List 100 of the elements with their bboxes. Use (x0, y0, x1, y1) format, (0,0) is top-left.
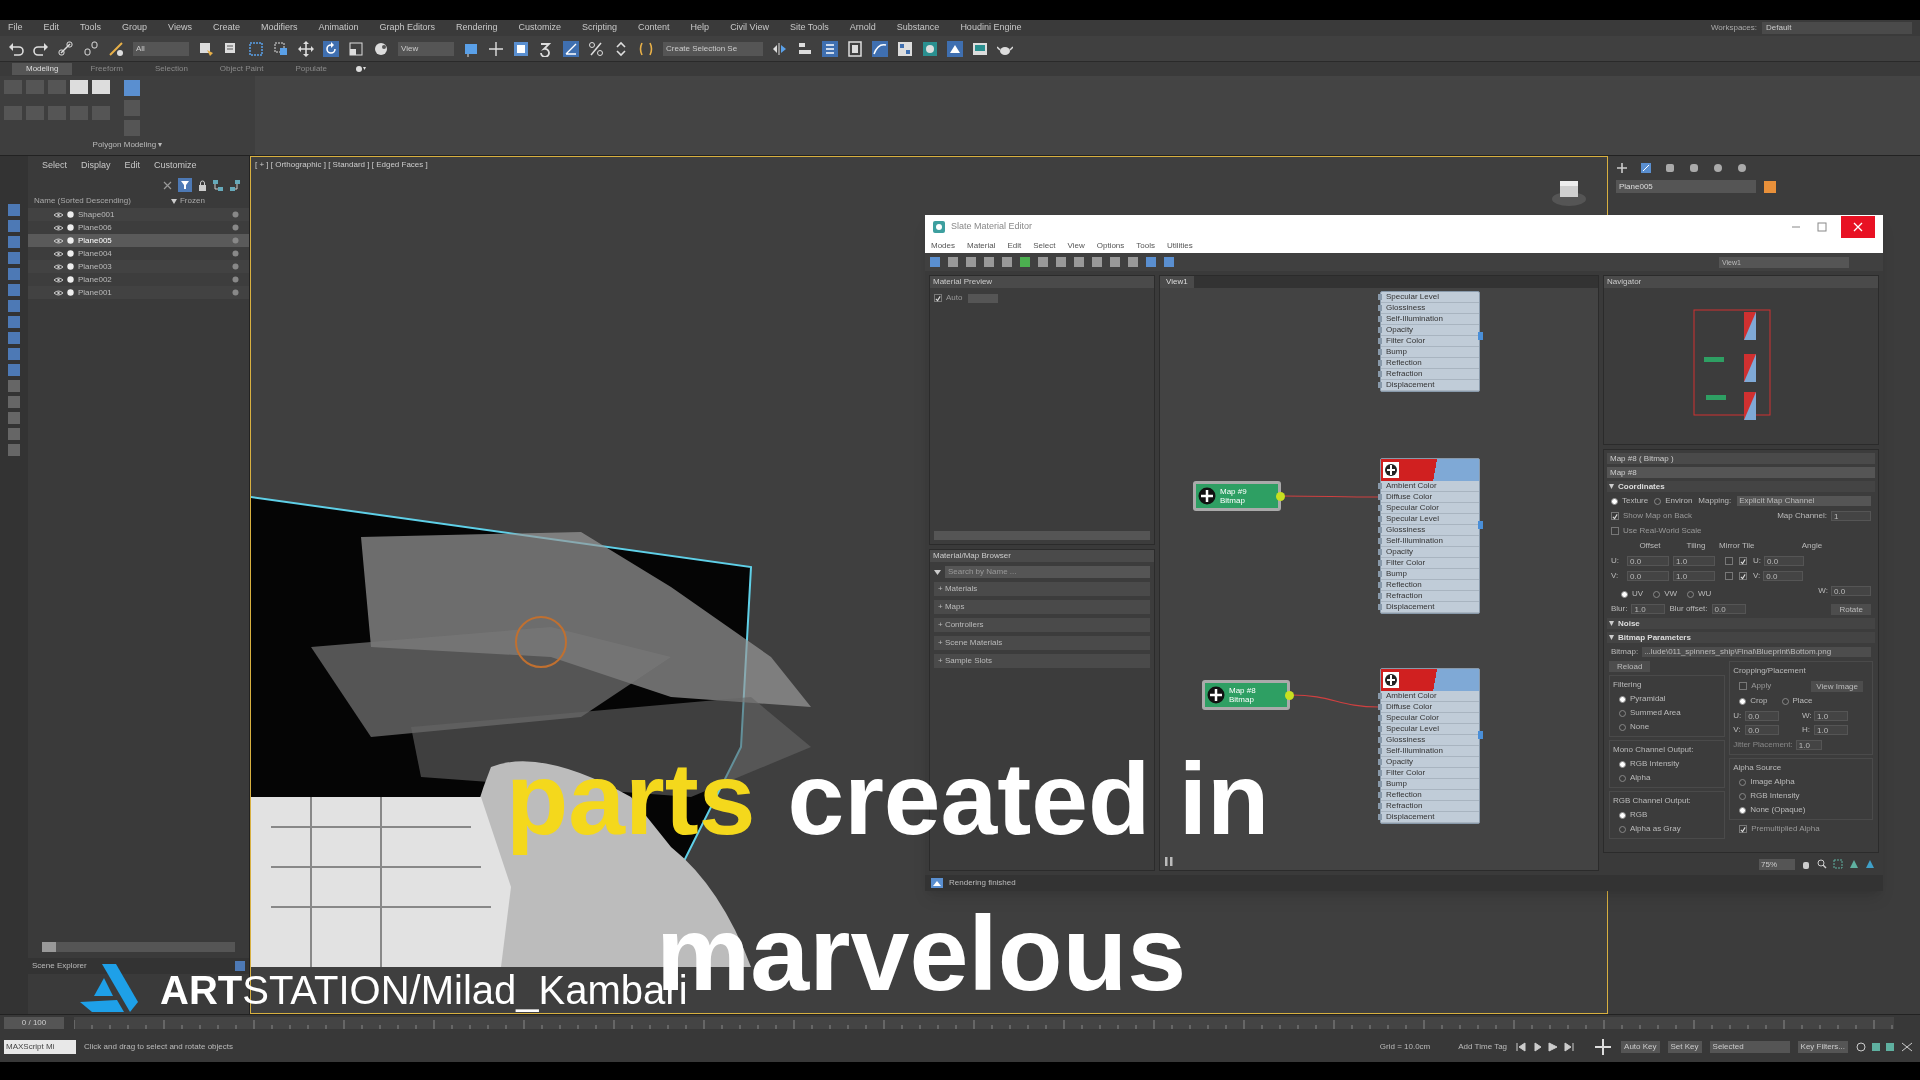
layer-explorer-icon[interactable] (822, 40, 838, 57)
modify-icon[interactable] (1640, 162, 1652, 174)
column-header[interactable]: Name (Sorted Descending) (34, 195, 131, 207)
rendered-frame-icon[interactable] (972, 40, 988, 57)
unlink-icon[interactable] (83, 40, 99, 57)
zoom-icon[interactable] (1817, 859, 1827, 869)
bind-icon[interactable] (108, 40, 124, 57)
menu-item[interactable]: Site Tools (789, 21, 829, 35)
menu-item[interactable]: Customize (518, 21, 562, 35)
checkbox[interactable] (1725, 557, 1733, 565)
menu-item[interactable]: Create (212, 21, 240, 35)
key-filter-dropdown[interactable]: Selected (1709, 1040, 1790, 1053)
menu-item[interactable]: Edit (1007, 240, 1022, 252)
timeline-ruler[interactable] (74, 1017, 1894, 1029)
placement-icon[interactable] (373, 40, 389, 57)
key-icon[interactable] (1593, 1036, 1614, 1057)
menu-item[interactable]: Tools (1136, 240, 1155, 252)
radio-button[interactable] (1781, 697, 1789, 705)
radio-button[interactable] (1687, 590, 1694, 598)
material-editor-icon[interactable] (922, 40, 938, 57)
snap-icon[interactable] (538, 40, 554, 57)
ribbon-toggle-icon[interactable] (847, 40, 863, 57)
radio-button[interactable] (1739, 697, 1747, 705)
zoom-extents-icon[interactable] (1849, 859, 1859, 869)
lock-icon[interactable] (198, 179, 207, 191)
menu-item[interactable]: Arnold (849, 21, 876, 35)
scrollbar[interactable] (42, 942, 235, 952)
maximize-icon[interactable] (1817, 222, 1827, 232)
radio-button[interactable] (1654, 497, 1662, 505)
menu-item[interactable]: Scripting (582, 21, 618, 35)
material-node[interactable]: Ambient Color Diffuse Color Specular Color Specular Level Glossiness Self-Illumination Opacity Filter Color Bump Reflection Refraction Displacement (1380, 668, 1480, 824)
radio-button[interactable] (1619, 774, 1626, 782)
radio-button[interactable] (1619, 709, 1626, 717)
hierarchy-icon[interactable] (230, 179, 241, 191)
workspace-dropdown[interactable]: Default (1762, 22, 1912, 34)
material-node[interactable]: Ambient Color Diffuse Color Specular Color Specular Level Glossiness Self-Illumination Opacity Filter Color Bump Reflection Refraction Displacement (1380, 458, 1480, 614)
menu-item[interactable]: Help (690, 21, 710, 35)
menu-item[interactable]: Display (81, 159, 111, 173)
tree-row[interactable]: Plane001 (28, 286, 249, 299)
checkbox[interactable] (1739, 825, 1748, 833)
viewport-label[interactable]: [ + ] [ Orthographic ] [ Standard ] [ Edged Faces ] (255, 159, 428, 171)
menu-item[interactable]: View (1067, 240, 1085, 252)
spinner-field[interactable]: 0.0 (1711, 604, 1746, 614)
menu-item[interactable]: Material (967, 240, 996, 252)
explorer-title[interactable]: Scene Explorer (32, 960, 87, 972)
collapse-arrow-icon[interactable] (934, 569, 941, 575)
selection-filter-dropdown[interactable]: All (133, 41, 189, 56)
menu-item[interactable]: Options (1096, 240, 1125, 252)
view-tab[interactable]: View1 (1160, 276, 1194, 288)
menu-item[interactable]: Substance (896, 21, 940, 35)
link-icon[interactable] (58, 40, 74, 57)
map-name-field[interactable]: Map #8 (1607, 467, 1875, 478)
bitmap-path-button[interactable]: ...lude\011_spinners_ship\Final\Blueprint\Bottom.png (1642, 647, 1871, 657)
object-color-swatch[interactable] (1764, 180, 1776, 193)
zoom-region-icon[interactable] (1833, 859, 1843, 869)
rollout-arrow-icon[interactable] (1609, 635, 1614, 640)
ribbon-tab[interactable]: Populate (281, 63, 341, 75)
menu-item[interactable]: Modifiers (260, 21, 298, 35)
tree-row[interactable]: Plane005 (28, 234, 249, 247)
redo-icon[interactable] (33, 40, 49, 57)
angle-snap-icon[interactable] (563, 40, 579, 57)
output-socket[interactable] (1276, 492, 1285, 501)
menu-item[interactable]: Content (638, 21, 670, 35)
view-image-button[interactable]: View Image (1811, 680, 1863, 692)
menu-item[interactable]: Modes (931, 240, 955, 252)
mirror-icon[interactable] (772, 40, 788, 57)
menu-item[interactable]: Customize (154, 159, 197, 173)
ribbon-tab[interactable]: Object Paint (205, 63, 278, 75)
spinner-field[interactable]: 1.0 (1673, 556, 1715, 566)
spinner-field[interactable]: 0.0 (1627, 571, 1669, 581)
render-setup-icon[interactable] (947, 40, 963, 57)
object-name-field[interactable]: Plane005 (1616, 180, 1756, 193)
auto-key-button[interactable]: Auto Key (1621, 1040, 1660, 1053)
menu-item[interactable]: Edit (43, 21, 60, 35)
output-socket[interactable] (1478, 520, 1483, 529)
scroll-thumb[interactable] (42, 942, 56, 952)
reference-coordinate-dropdown[interactable]: View (398, 41, 454, 56)
material-node[interactable]: Specular Level Glossiness Self-Illumination Opacity Filter Color Bump Reflection Refraction Displacement (1380, 291, 1480, 392)
ribbon-tab[interactable]: Freeform (76, 63, 137, 75)
hierarchy-icon[interactable] (213, 179, 224, 191)
menu-item[interactable]: Select (42, 159, 67, 173)
radio-button[interactable] (1619, 695, 1626, 703)
zoom-selected-icon[interactable] (1865, 859, 1875, 869)
maxscript-listener[interactable]: MAXScript Mi (4, 1039, 76, 1054)
select-object-icon[interactable] (198, 40, 214, 57)
output-socket[interactable] (1478, 331, 1483, 340)
mapping-dropdown[interactable]: Explicit Map Channel (1737, 496, 1871, 506)
menu-item[interactable]: Group (122, 21, 148, 35)
rectangle-selection-icon[interactable] (248, 40, 264, 57)
reload-button[interactable]: Reload (1609, 661, 1651, 672)
browser-group[interactable]: + Controllers (934, 618, 1150, 632)
checkbox[interactable] (1611, 527, 1619, 535)
edit-named-selection-icon[interactable] (638, 40, 654, 57)
output-socket[interactable] (1478, 730, 1483, 739)
browser-group[interactable]: + Maps (934, 600, 1150, 614)
curve-editor-icon[interactable] (872, 40, 888, 57)
checkbox[interactable] (1725, 572, 1733, 580)
spinner-field[interactable]: 0.0 (1745, 711, 1780, 721)
scrollbar[interactable] (934, 531, 1150, 540)
window-crossing-icon[interactable] (273, 40, 289, 57)
